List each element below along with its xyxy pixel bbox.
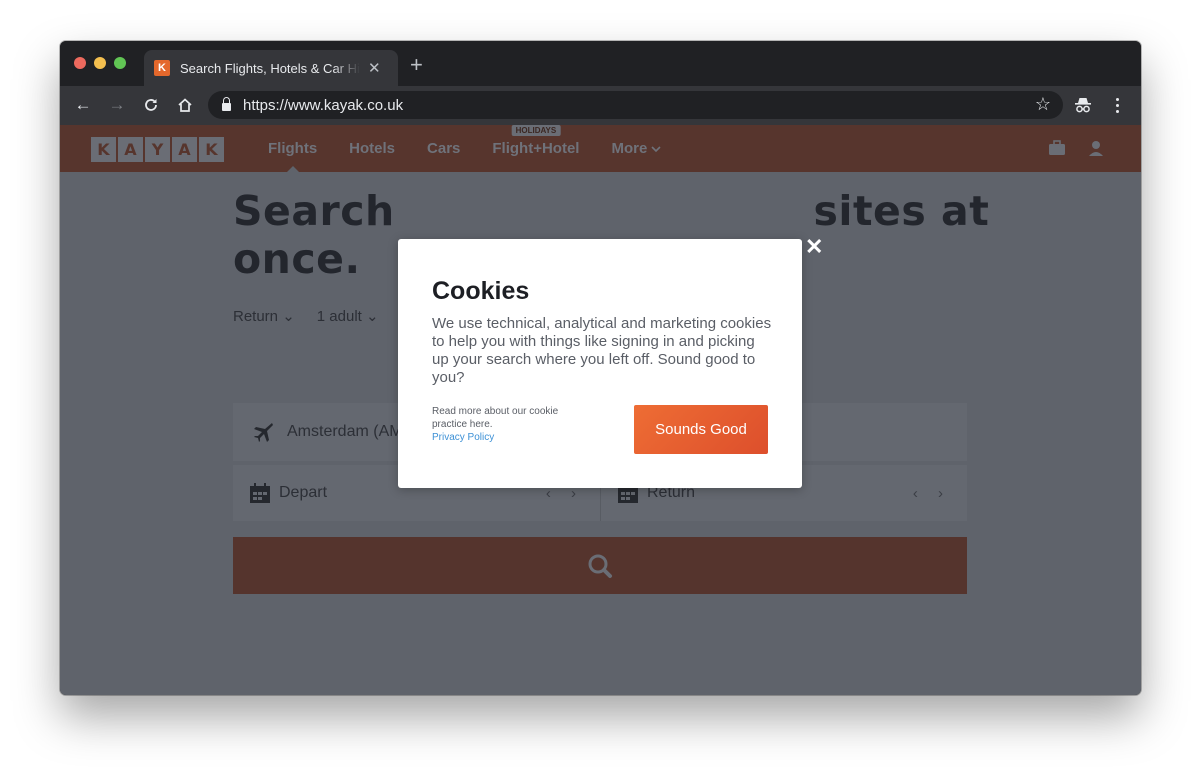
nav-cars[interactable]: Cars — [427, 140, 460, 157]
new-tab-button[interactable]: + — [410, 54, 423, 76]
search-icon — [588, 554, 612, 578]
airplane-icon — [254, 423, 273, 442]
cookie-dialog: Cookies We use technical, analytical and… — [398, 239, 802, 488]
kayak-favicon-icon: K — [154, 60, 170, 76]
nav-more-label: More — [611, 140, 648, 157]
home-icon[interactable] — [173, 93, 197, 117]
logo-letter: K — [91, 137, 116, 162]
reload-icon[interactable] — [139, 93, 163, 117]
origin-value: Amsterdam (AM — [287, 423, 403, 440]
tab-title: Search Flights, Hotels & Car Hire — [180, 60, 360, 76]
browser-window: K Search Flights, Hotels & Car Hire ✕ + … — [60, 41, 1141, 695]
accept-cookies-button[interactable]: Sounds Good — [634, 405, 768, 454]
main-nav: Flights Hotels Cars HOLIDAYS Flight+Hote… — [268, 125, 662, 173]
minimize-window-button[interactable] — [94, 57, 106, 69]
tab-close-icon[interactable]: ✕ — [368, 59, 381, 77]
trip-type-dropdown[interactable]: Return ⌄ — [233, 307, 295, 325]
close-icon[interactable]: ✕ — [805, 236, 823, 258]
trips-briefcase-icon[interactable] — [1048, 140, 1066, 156]
browser-tab[interactable]: K Search Flights, Hotels & Car Hire ✕ — [144, 50, 398, 86]
browser-toolbar: ← → https://www.kayak.co.uk ☆ — [60, 86, 1141, 125]
travellers-dropdown[interactable]: 1 adult ⌄ — [317, 307, 379, 325]
calendar-icon — [250, 483, 270, 503]
back-icon[interactable]: ← — [71, 93, 95, 117]
cookie-dialog-body: We use technical, analytical and marketi… — [432, 315, 772, 386]
chevron-down-icon — [651, 146, 662, 153]
incognito-icon[interactable] — [1072, 94, 1094, 116]
maximize-window-button[interactable] — [114, 57, 126, 69]
account-user-icon[interactable] — [1087, 140, 1105, 156]
hero-headline-left: Search — [233, 187, 395, 235]
hero-headline-line2: once. — [233, 235, 361, 283]
holidays-badge: HOLIDAYS — [511, 125, 561, 136]
close-window-button[interactable] — [74, 57, 86, 69]
title-bar: K Search Flights, Hotels & Car Hire ✕ + — [60, 41, 1141, 86]
forward-icon[interactable]: → — [105, 93, 129, 117]
address-bar[interactable]: https://www.kayak.co.uk ☆ — [208, 91, 1063, 119]
search-options: Return ⌄ 1 adult ⌄ — [233, 307, 379, 325]
lock-icon — [222, 97, 231, 111]
nav-more[interactable]: More — [611, 140, 662, 157]
depart-placeholder: Depart — [279, 484, 328, 501]
nav-hotels[interactable]: Hotels — [349, 140, 395, 157]
kayak-header: K A Y A K Flights Hotels Cars HOLIDAYS F… — [60, 125, 1141, 173]
travellers-label: 1 adult — [316, 308, 362, 325]
return-date-arrows[interactable]: ‹ › — [913, 485, 951, 502]
url-text[interactable]: https://www.kayak.co.uk — [243, 97, 403, 114]
page-viewport: K A Y A K Flights Hotels Cars HOLIDAYS F… — [60, 125, 1141, 695]
nav-flight-hotel[interactable]: HOLIDAYS Flight+Hotel — [492, 125, 580, 157]
hero-headline-right: sites at — [813, 187, 990, 235]
cookie-footnote: Read more about our cookie practice here… — [432, 405, 592, 444]
logo-letter: Y — [145, 137, 170, 162]
kayak-logo[interactable]: K A Y A K — [91, 137, 224, 162]
logo-letter: A — [118, 137, 143, 162]
nav-flights[interactable]: Flights — [268, 140, 317, 173]
privacy-policy-link[interactable]: Privacy Policy — [432, 431, 592, 444]
nav-flight-hotel-label: Flight+Hotel — [492, 140, 580, 157]
search-button[interactable] — [233, 537, 967, 594]
star-icon[interactable]: ☆ — [1035, 94, 1051, 115]
browser-menu-icon[interactable] — [1108, 94, 1126, 116]
trip-type-label: Return — [233, 308, 279, 325]
cookie-dialog-title: Cookies — [432, 277, 530, 305]
logo-letter: K — [199, 137, 224, 162]
logo-letter: A — [172, 137, 197, 162]
cookie-footnote-text: Read more about our cookie practice here… — [432, 406, 559, 430]
